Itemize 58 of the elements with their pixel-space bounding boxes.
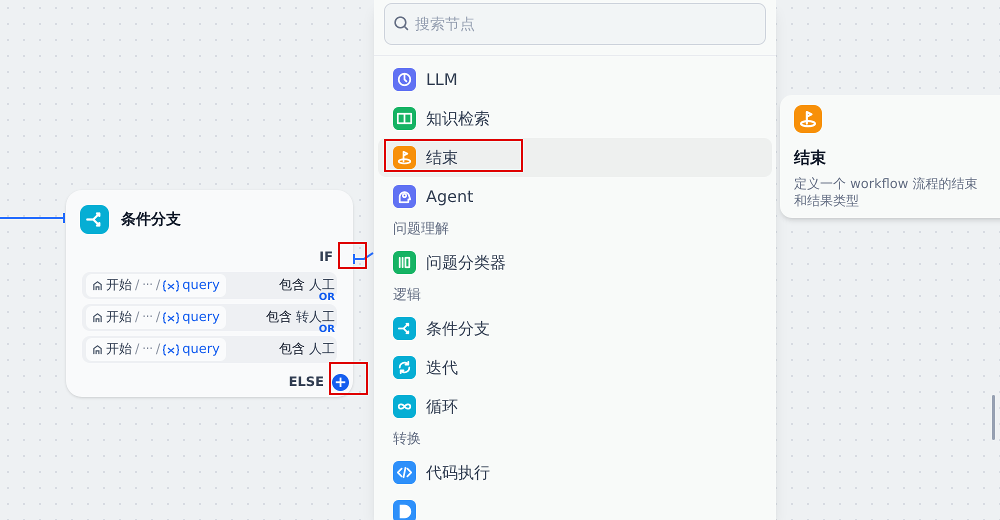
branch-icon: [80, 205, 109, 234]
search-field[interactable]: 搜索节点: [384, 3, 766, 45]
path-ellipsis: ···: [142, 277, 153, 294]
operator-text: 包含: [266, 308, 292, 327]
tooltip-title: 结束: [794, 147, 827, 169]
else-label: ELSE: [288, 374, 324, 392]
node-name: 开始: [106, 276, 132, 295]
operator-text: 包含: [279, 340, 305, 359]
path-ellipsis: ···: [142, 341, 153, 358]
group-label: 转换: [392, 430, 422, 449]
variable-chip[interactable]: 开始 / ··· / query: [86, 306, 226, 329]
menu-item[interactable]: 知识检索: [378, 99, 772, 138]
home-icon: [92, 312, 103, 323]
menu-item[interactable]: 迭代: [378, 348, 772, 387]
path-separator: /: [156, 276, 160, 295]
condition-row[interactable]: 开始 / ··· / query 包含 人工: [82, 336, 337, 363]
highlight-box: [329, 362, 368, 395]
condition-value: 转人工: [296, 308, 335, 325]
path-ellipsis: ···: [142, 309, 153, 326]
menu-item[interactable]: 代码执行: [378, 453, 772, 492]
path-separator: /: [135, 340, 140, 359]
path-separator: /: [135, 276, 140, 295]
variable-chip[interactable]: 开始 / ··· / query: [86, 274, 226, 297]
path-separator: /: [156, 340, 160, 359]
operator-text: 包含: [279, 276, 305, 295]
connector-line: [0, 212, 66, 224]
variable-name: query: [182, 276, 220, 295]
if-label: IF: [319, 249, 333, 266]
group-label: 问题理解: [392, 220, 450, 239]
condition-value: 人工: [309, 276, 335, 293]
variable-name: query: [182, 308, 220, 327]
home-icon: [92, 280, 103, 291]
node-name: 开始: [106, 308, 132, 327]
tooltip-description: 定义一个 workflow 流程的结束 和结果类型: [794, 176, 978, 210]
variable-icon: [163, 312, 180, 324]
path-separator: /: [156, 308, 160, 327]
node-card[interactable]: 条件分支 IF 开始 / ··· / query 包含 人工 OR 开始 / ··· / query 包含 转人工 OR 开始 / ··· / query 包含 人工 ELSE +: [66, 190, 353, 397]
menu-item[interactable]: 问题分类器: [378, 243, 772, 282]
node-name: 开始: [106, 340, 132, 359]
variable-icon: [163, 280, 180, 292]
path-separator: /: [135, 308, 140, 327]
menu-item[interactable]: Agent: [378, 177, 772, 216]
menu-item[interactable]: 结束: [378, 138, 772, 177]
variable-chip[interactable]: 开始 / ··· / query: [86, 338, 226, 361]
highlight-box: [338, 242, 367, 269]
connector-line: [352, 250, 374, 266]
menu-item[interactable]: LLM: [378, 60, 772, 99]
search-icon: [393, 15, 410, 32]
condition-value: 人工: [309, 340, 335, 359]
group-label: 逻辑: [392, 286, 422, 305]
node-title: 条件分支: [121, 209, 181, 230]
variable-name: query: [182, 340, 220, 359]
add-branch-button[interactable]: +: [332, 374, 349, 392]
menu-item[interactable]: 循环: [378, 387, 772, 426]
menu-item[interactable]: 条件分支: [378, 309, 772, 348]
scrollbar[interactable]: [992, 395, 995, 440]
variable-icon: [163, 344, 180, 356]
home-icon: [92, 344, 103, 355]
